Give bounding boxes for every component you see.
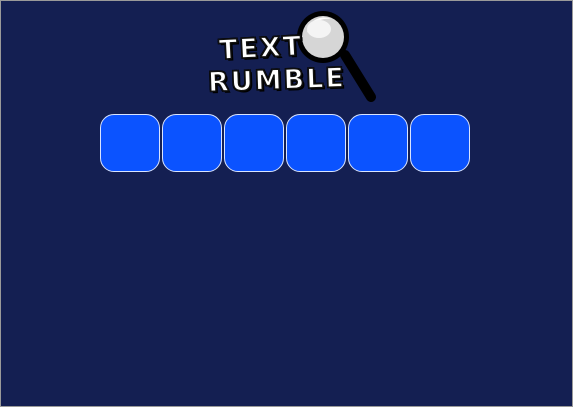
letter-tile[interactable] bbox=[162, 114, 222, 172]
letter-tile[interactable] bbox=[100, 114, 160, 172]
logo-word-text: TEXT bbox=[218, 30, 305, 67]
game-screen: TEXT RUMBLE bbox=[0, 0, 573, 407]
letter-tile[interactable] bbox=[224, 114, 284, 172]
text-rumble-logo: TEXT RUMBLE bbox=[201, 7, 376, 105]
letter-tile[interactable] bbox=[410, 114, 470, 172]
letter-tile-row bbox=[100, 114, 470, 172]
logo-word-rumble: RUMBLE bbox=[207, 62, 347, 99]
letter-tile[interactable] bbox=[286, 114, 346, 172]
letter-tile[interactable] bbox=[348, 114, 408, 172]
